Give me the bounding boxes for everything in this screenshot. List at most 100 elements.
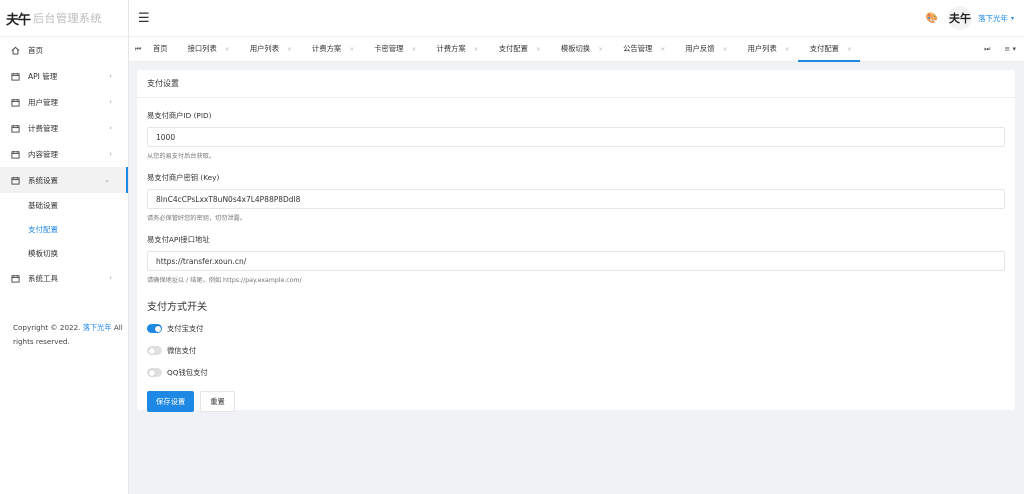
sidebar: 夫午 后台管理系统 首页 API 管理 › 用户管理 › 计费管理 › 内容管理…	[0, 0, 129, 494]
sidebar-item-label: 首页	[28, 45, 43, 55]
sidebar-item-system-tools[interactable]: 系统工具 ›	[0, 265, 128, 291]
sidebar-item-label: 系统设置	[28, 175, 58, 185]
close-icon[interactable]: ×	[660, 46, 665, 53]
qqwallet-row: QQ钱包支付	[147, 366, 1005, 379]
card-title: 支付设置	[137, 70, 1015, 98]
sidebar-item-api[interactable]: API 管理 ›	[0, 63, 128, 89]
sidebar-item-label: 计费管理	[28, 123, 58, 133]
pid-label: 易支付商户ID (PID)	[147, 111, 212, 120]
sidebar-item-users[interactable]: 用户管理 ›	[0, 89, 128, 115]
tabs: 首页 接口列表 × 用户列表 × 计费方案 × 卡密管理 × 计费方案 × 支付配置 × 模…	[147, 37, 861, 62]
api-url-label: 易支付API接口地址	[147, 235, 210, 244]
form-actions: 保存设置 重置	[147, 391, 1005, 412]
sidebar-item-label: API 管理	[28, 71, 58, 81]
close-icon[interactable]: ×	[287, 46, 292, 53]
wechat-label: 微信支付	[167, 345, 197, 355]
pid-input[interactable]: 1000	[147, 127, 1005, 147]
sidebar-subitem-template-switch[interactable]: 模板切换	[0, 241, 128, 265]
pid-help: 从您的易支付后台获取。	[147, 153, 216, 160]
caret-down-icon[interactable]: ▾	[1011, 15, 1014, 22]
payment-settings-card: 支付设置 易支付商户ID (PID) 1000 从您的易支付后台获取。 易支付商…	[137, 70, 1015, 412]
close-icon[interactable]: ×	[349, 46, 354, 53]
tab-label: 模板切换	[560, 44, 591, 53]
tab-template-switch[interactable]: 模板切换 ×	[549, 37, 611, 62]
api-icon	[10, 72, 20, 81]
key-input[interactable]: 8lnC4cCPsLxxT8uN0s4x7L4P88P8Ddl8	[147, 189, 1005, 209]
copyright-prefix: Copyright © 2022.	[13, 323, 81, 332]
api-url-input[interactable]: https://transfer.xoun.cn/	[147, 251, 1005, 271]
save-button[interactable]: 保存设置	[147, 391, 195, 412]
close-icon[interactable]: ×	[411, 46, 416, 53]
sidebar-subitem-basic-settings[interactable]: 基础设置	[0, 193, 128, 217]
close-icon[interactable]: ×	[225, 46, 230, 53]
chevron-right-icon: ›	[109, 124, 112, 132]
tab-label: 用户列表	[249, 44, 279, 53]
tools-icon	[10, 274, 20, 283]
close-icon[interactable]: ×	[598, 46, 603, 53]
user-name[interactable]: 落下光年	[978, 13, 1008, 24]
tab-card-key[interactable]: 卡密管理 ×	[362, 37, 424, 62]
tab-prev-icon[interactable]: ⏮	[129, 45, 147, 54]
users-icon	[10, 98, 20, 107]
menu-toggle-icon[interactable]: ☰	[138, 11, 150, 26]
payment-methods-title: 支付方式开关	[147, 302, 207, 313]
tab-label: 用户列表	[747, 44, 777, 53]
tab-next-icon[interactable]: ⏭	[984, 45, 990, 54]
reset-button[interactable]: 重置	[200, 391, 235, 412]
tab-feedback[interactable]: 用户反馈 ×	[673, 37, 735, 62]
chevron-right-icon: ›	[109, 72, 112, 80]
sidebar-item-system-settings[interactable]: 系统设置 ⌄	[0, 167, 128, 193]
payment-form: 易支付商户ID (PID) 1000 从您的易支付后台获取。 易支付商户密钥 (…	[137, 111, 1015, 412]
copyright-link[interactable]: 落下光年	[83, 323, 112, 332]
close-icon[interactable]: ×	[536, 46, 541, 53]
sidebar-item-billing[interactable]: 计费管理 ›	[0, 115, 128, 141]
tab-api-list[interactable]: 接口列表 ×	[176, 37, 238, 62]
billing-icon	[10, 124, 20, 133]
close-icon[interactable]: ×	[785, 46, 790, 53]
tab-label: 计费方案	[436, 44, 466, 53]
tab-payment-config-active[interactable]: 支付配置 ×	[797, 37, 861, 62]
chevron-right-icon: ›	[109, 274, 112, 282]
sidebar-menu: 首页 API 管理 › 用户管理 › 计费管理 › 内容管理 › 系统设置 ⌄ …	[0, 37, 128, 291]
tab-bar: ⏮ 首页 接口列表 × 用户列表 × 计费方案 × 卡密管理 × 计费方案 × 支付配置 ×…	[129, 37, 1024, 62]
tab-user-list[interactable]: 用户列表 ×	[238, 37, 300, 62]
top-header: ☰ 🎨 夫午 落下光年 ▾	[129, 0, 1024, 37]
palette-icon[interactable]: 🎨	[926, 13, 938, 24]
settings-icon	[10, 176, 20, 185]
wechat-row: 微信支付	[147, 344, 1005, 357]
chevron-down-icon: ⌄	[104, 176, 110, 184]
key-help: 请务必保管好您的密钥，切勿泄露。	[147, 215, 246, 222]
tab-controls: ⏭ ≡ ▾	[970, 45, 1016, 54]
tab-billing-plan[interactable]: 计费方案 ×	[300, 37, 362, 62]
sidebar-subitem-payment-config[interactable]: 支付配置	[0, 217, 128, 241]
tab-label: 用户反馈	[685, 44, 715, 53]
content-icon	[10, 150, 20, 159]
tab-label: 卡密管理	[374, 44, 404, 53]
tab-billing-plan-2[interactable]: 计费方案 ×	[424, 37, 486, 62]
avatar[interactable]: 夫午	[947, 6, 972, 30]
sidebar-item-label: 内容管理	[28, 149, 58, 159]
logo-text: 后台管理系统	[33, 12, 103, 25]
tab-more-icon[interactable]: ≡ ▾	[1004, 45, 1016, 53]
alipay-row: 支付宝支付	[147, 322, 1005, 335]
close-icon[interactable]: ×	[723, 46, 728, 53]
tab-announcements[interactable]: 公告管理 ×	[611, 37, 673, 62]
wechat-toggle[interactable]	[147, 346, 162, 355]
sidebar-item-home[interactable]: 首页	[0, 37, 128, 63]
chevron-right-icon: ›	[109, 150, 112, 158]
close-icon[interactable]: ×	[474, 46, 479, 53]
tab-label: 首页	[153, 44, 168, 53]
qqwallet-toggle[interactable]	[147, 368, 162, 377]
alipay-toggle[interactable]	[147, 324, 162, 333]
tab-user-list-2[interactable]: 用户列表 ×	[736, 37, 798, 62]
close-icon[interactable]: ×	[847, 46, 852, 53]
logo[interactable]: 夫午 后台管理系统	[0, 0, 128, 37]
chevron-right-icon: ›	[109, 98, 112, 106]
tab-label: 支付配置	[498, 44, 528, 53]
sidebar-item-label: 系统工具	[28, 273, 58, 283]
copyright: Copyright © 2022. 落下光年 All rights reserv…	[13, 321, 123, 349]
sidebar-item-content[interactable]: 内容管理 ›	[0, 141, 128, 167]
tab-home[interactable]: 首页	[147, 37, 176, 62]
sidebar-item-label: 用户管理	[28, 97, 58, 107]
tab-payment-config[interactable]: 支付配置 ×	[487, 37, 549, 62]
